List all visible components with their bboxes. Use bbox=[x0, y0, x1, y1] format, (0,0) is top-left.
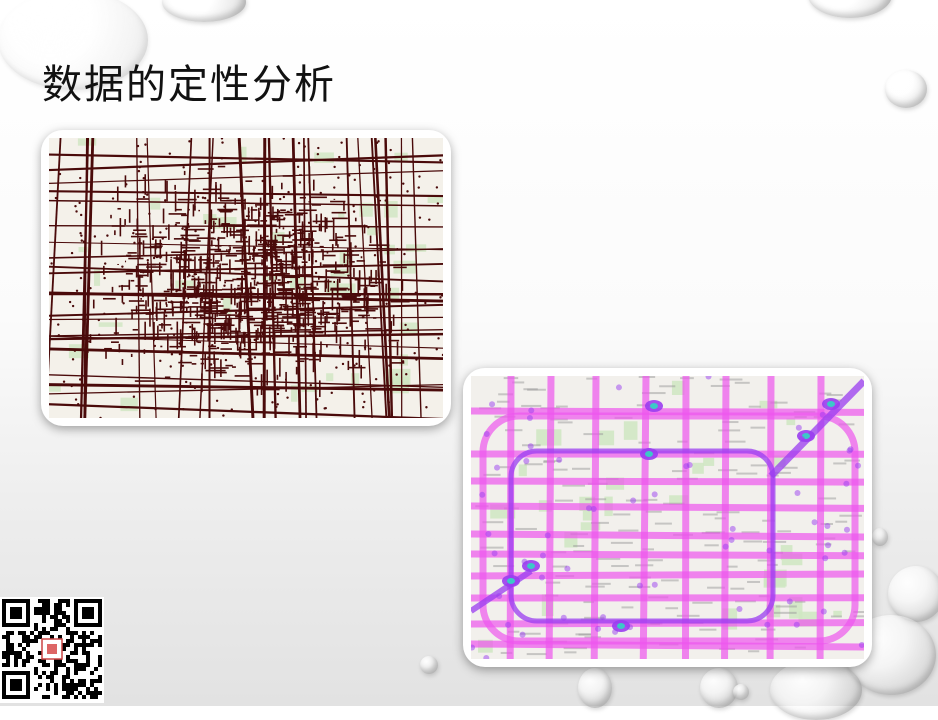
water-drop-decoration bbox=[808, 0, 892, 18]
water-drop-decoration bbox=[578, 668, 612, 708]
water-drop-decoration bbox=[770, 660, 862, 720]
slide-title: 数据的定性分析 bbox=[42, 52, 336, 110]
water-drop-decoration bbox=[700, 668, 738, 708]
trajectory-map-image bbox=[41, 130, 451, 426]
water-drop-decoration bbox=[162, 0, 246, 22]
water-drop-decoration bbox=[888, 566, 938, 622]
traffic-heatmap-image bbox=[463, 368, 872, 667]
qr-code-icon bbox=[0, 597, 104, 703]
traffic-heatmap-graphic bbox=[471, 376, 864, 659]
trajectory-map-graphic bbox=[49, 138, 443, 418]
water-drop-decoration bbox=[885, 70, 927, 108]
water-drop-decoration bbox=[872, 528, 888, 546]
water-drop-decoration bbox=[420, 656, 438, 674]
water-drop-decoration bbox=[733, 684, 749, 700]
